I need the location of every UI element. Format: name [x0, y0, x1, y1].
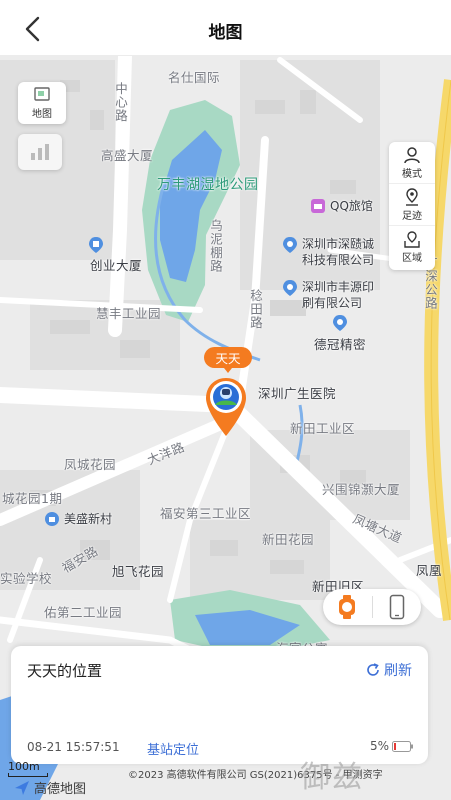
- poi-qq-hostel-label: QQ旅馆: [330, 199, 373, 213]
- hotel-icon: [311, 199, 325, 213]
- area-button[interactable]: 区域: [389, 226, 435, 268]
- location-pin-icon: [283, 280, 297, 296]
- location-title: 天天的位置: [27, 662, 103, 680]
- page-title: 地图: [208, 23, 243, 43]
- poi-line-1: 深圳市丰源印: [302, 280, 375, 294]
- battery-icon: [392, 740, 413, 752]
- area-pin-icon: [404, 231, 420, 248]
- poi-deyuan[interactable]: [332, 314, 348, 332]
- watch-switch[interactable]: [323, 589, 372, 625]
- mode-button[interactable]: 模式: [389, 142, 435, 184]
- poi-chuangye[interactable]: [88, 236, 104, 254]
- amap-brand-label: 高德地图: [34, 782, 87, 797]
- location-type: 基站定位: [147, 743, 200, 758]
- poi-meisheng[interactable]: 美盛新村: [44, 511, 112, 529]
- footprint-pin-icon: [406, 187, 418, 206]
- phone-switch[interactable]: [372, 589, 421, 625]
- poi-meisheng-label: 美盛新村: [64, 512, 113, 526]
- signal-button[interactable]: [18, 134, 62, 170]
- battery-status: 5%: [370, 739, 414, 753]
- map-label-xintian-industrial: 新田工业区: [290, 421, 356, 436]
- map-label-wanfeng-park: 万丰湖湿地公园: [157, 177, 259, 193]
- poi-fengyuan-text: 深圳市丰源印 刷有限公司: [302, 279, 374, 311]
- poi-qq-hostel[interactable]: QQ旅馆: [310, 198, 373, 216]
- location-time: 08-21 15:57:51: [27, 740, 120, 754]
- map-label-chenghuayuan: 城花园1期: [2, 491, 63, 506]
- map-label-deyuan: 德冠精密: [314, 337, 367, 352]
- device-name-tag[interactable]: 天天: [204, 347, 252, 373]
- map-label-wunigang-road: 乌泥棚路: [208, 219, 223, 273]
- mode-label: 模式: [402, 168, 422, 180]
- map-label-xufei-garden: 旭飞花园: [112, 564, 165, 579]
- battery-text: 5%: [369, 739, 389, 753]
- footprint-button[interactable]: 足迹: [389, 184, 435, 226]
- map-label-youtian-zone: 佑第二工业园: [44, 605, 123, 620]
- device-switch: [323, 589, 421, 625]
- person-icon: [404, 146, 420, 163]
- area-label: 区域: [402, 253, 422, 264]
- map-label-gaosheng: 高盛大厦: [101, 148, 154, 163]
- location-pin-icon: [333, 315, 347, 331]
- amap-logo-icon: [15, 780, 29, 795]
- map-scale-bar: [8, 773, 48, 777]
- location-card: 天天的位置 刷新 08-21 15:57:51 基站定位 5%: [11, 646, 428, 764]
- poi-shenqiaocheng-text: 深圳市深赜诚 科技有限公司: [302, 236, 374, 268]
- map-label-guangsheng-hospital: 深圳广生医院: [258, 386, 337, 401]
- watch-icon: [339, 595, 356, 619]
- home-pin-icon: [45, 512, 59, 526]
- top-bar: 地图: [0, 0, 451, 56]
- refresh-button[interactable]: 刷新: [366, 660, 412, 680]
- map-label-shentian-road: 稔田路: [248, 289, 263, 330]
- watermark: 御兹: [300, 760, 364, 795]
- map-label-fenghuang: 凤凰: [416, 563, 443, 578]
- map-tools: 模式 足迹 区域: [389, 142, 435, 270]
- poi-line-2: 刷有限公司: [302, 296, 363, 310]
- map-label-chuangye: 创业大厦: [90, 258, 143, 273]
- map-layer-icon: [34, 86, 50, 101]
- map-label-huifeng: 慧丰工业园: [96, 306, 162, 321]
- map-label-xingwei: 兴围锦灏大厦: [322, 482, 401, 497]
- footprint-label: 足迹: [402, 210, 422, 222]
- map-label-zhongxin-road: 中心路: [113, 82, 128, 123]
- map-layer-label: 地图: [32, 108, 52, 120]
- map-label-mingshi: 名仕国际: [168, 70, 221, 85]
- phone-icon: [389, 594, 404, 620]
- map-label-fengcheng-garden: 凤城花园: [64, 457, 117, 472]
- location-pin-icon: [283, 237, 297, 253]
- poi-fengyuan[interactable]: 深圳市丰源印 刷有限公司: [282, 279, 374, 311]
- poi-shenqiaocheng[interactable]: 深圳市深赜诚 科技有限公司: [282, 236, 374, 268]
- amap-brand: 高德地图: [14, 778, 86, 797]
- map-label-xintian-garden: 新田花园: [262, 532, 315, 547]
- signal-bars-icon: [31, 144, 49, 160]
- poi-line-1: 深圳市深赜诚: [302, 237, 375, 251]
- map-scale-text: 100m: [8, 760, 40, 773]
- refresh-label: 刷新: [384, 663, 412, 679]
- building-pin-icon: [89, 237, 103, 253]
- map-label-fuan-zone: 福安第三工业区: [160, 506, 252, 521]
- poi-line-2: 科技有限公司: [302, 253, 375, 267]
- device-location-marker[interactable]: [203, 376, 249, 438]
- map-layer-button[interactable]: 地图: [18, 82, 66, 124]
- refresh-icon: [367, 663, 379, 676]
- map-label-shiyan-school: 实验学校: [0, 571, 53, 586]
